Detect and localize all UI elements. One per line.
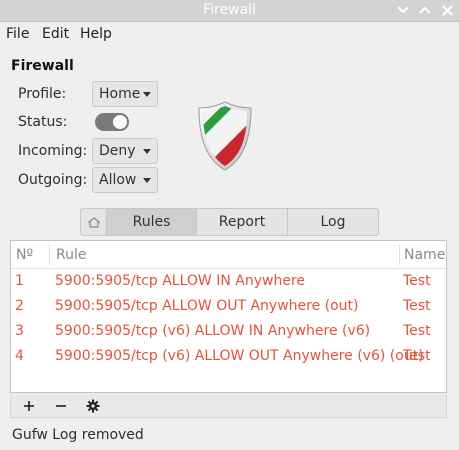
dropdown-arrow-icon: [143, 149, 151, 154]
rule-number: 3: [15, 323, 24, 339]
rule-number: 4: [15, 348, 24, 364]
status-bar-text: Gufw Log removed: [12, 427, 144, 443]
outgoing-select[interactable]: Allow: [92, 167, 158, 193]
toggle-knob: [113, 115, 127, 129]
menu-bar: File Edit Help: [0, 23, 459, 47]
rule-text: 5900:5905/tcp (v6) ALLOW OUT Anywhere (v…: [55, 348, 424, 364]
tab-home[interactable]: [81, 209, 106, 235]
window-title: Firewall: [203, 2, 256, 18]
table-row[interactable]: 1 5900:5905/tcp ALLOW IN Anywhere Test: [11, 271, 446, 295]
column-separator: [49, 245, 50, 265]
view-tabs: Rules Report Log: [80, 208, 379, 236]
column-header-name[interactable]: Name: [404, 247, 445, 263]
chevron-up-icon: [419, 6, 431, 14]
status-label: Status:: [18, 114, 68, 130]
window-titlebar: Firewall: [0, 0, 459, 22]
close-icon: [441, 4, 453, 16]
column-header-num[interactable]: Nº: [16, 247, 33, 263]
rule-text: 5900:5905/tcp ALLOW IN Anywhere: [55, 273, 305, 289]
dropdown-arrow-icon: [143, 178, 151, 183]
rule-name: Test: [403, 273, 431, 289]
gear-icon: [86, 399, 100, 413]
rule-name: Test: [403, 348, 431, 364]
tab-rules[interactable]: Rules: [106, 209, 196, 235]
status-toggle[interactable]: [95, 113, 129, 131]
table-row[interactable]: 4 5900:5905/tcp (v6) ALLOW OUT Anywhere …: [11, 346, 446, 370]
column-separator: [399, 245, 400, 265]
incoming-value: Deny: [99, 143, 136, 159]
rule-name: Test: [403, 298, 431, 314]
add-rule-button[interactable]: [18, 396, 40, 416]
rules-toolbar: [10, 394, 447, 418]
column-header-rule[interactable]: Rule: [56, 247, 86, 263]
maximize-button[interactable]: [417, 1, 433, 19]
outgoing-label: Outgoing:: [18, 172, 88, 188]
incoming-label: Incoming:: [18, 143, 88, 159]
menu-help[interactable]: Help: [80, 26, 112, 42]
menu-edit[interactable]: Edit: [42, 26, 69, 42]
plus-icon: [24, 401, 34, 411]
rule-text: 5900:5905/tcp ALLOW OUT Anywhere (out): [55, 298, 359, 314]
menu-file[interactable]: File: [6, 26, 29, 42]
minus-icon: [56, 405, 66, 407]
profile-label: Profile:: [18, 86, 67, 102]
rule-number: 2: [15, 298, 24, 314]
table-header: Nº Rule Name: [11, 241, 446, 269]
table-row[interactable]: 3 5900:5905/tcp (v6) ALLOW IN Anywhere (…: [11, 321, 446, 345]
tab-log[interactable]: Log: [287, 209, 378, 235]
dropdown-arrow-icon: [143, 92, 151, 97]
shield-icon: [198, 101, 252, 171]
window-controls: [395, 1, 455, 19]
chevron-down-icon: [397, 6, 409, 14]
profile-select[interactable]: Home: [92, 81, 158, 107]
minimize-button[interactable]: [395, 1, 411, 19]
section-title: Firewall: [11, 58, 74, 74]
tab-report[interactable]: Report: [196, 209, 287, 235]
remove-rule-button[interactable]: [50, 396, 72, 416]
close-button[interactable]: [439, 1, 455, 19]
profile-value: Home: [99, 86, 141, 102]
rule-name: Test: [403, 323, 431, 339]
home-icon: [87, 216, 100, 227]
outgoing-value: Allow: [99, 172, 137, 188]
rules-table: Nº Rule Name 1 5900:5905/tcp ALLOW IN An…: [10, 240, 447, 393]
incoming-select[interactable]: Deny: [92, 138, 158, 164]
table-row[interactable]: 2 5900:5905/tcp ALLOW OUT Anywhere (out)…: [11, 296, 446, 320]
rule-text: 5900:5905/tcp (v6) ALLOW IN Anywhere (v6…: [55, 323, 371, 339]
rule-number: 1: [15, 273, 24, 289]
edit-rule-button[interactable]: [82, 396, 104, 416]
